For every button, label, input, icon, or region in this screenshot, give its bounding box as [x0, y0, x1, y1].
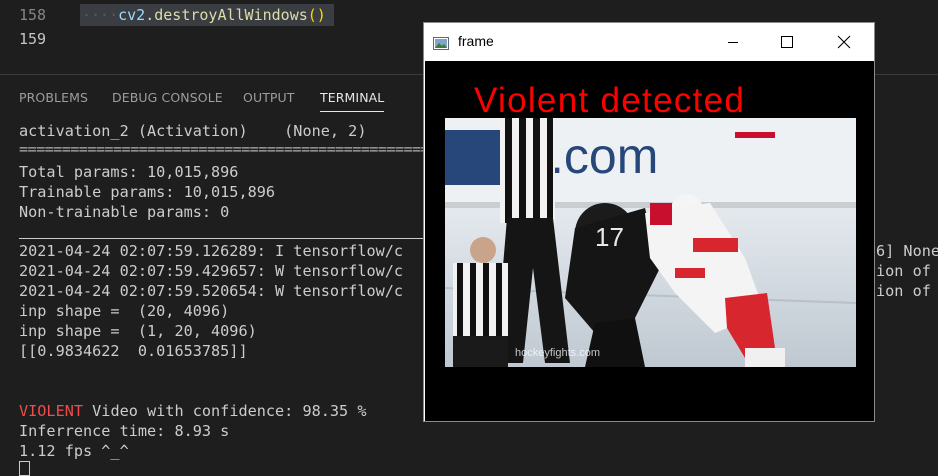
terminal-line: 2021-04-24 02:07:59.520654: W tensorflow… — [19, 282, 404, 300]
tab-label: DEBUG CONSOLE — [112, 90, 223, 105]
terminal-line: [[0.9834622 0.01653785]] — [19, 342, 248, 360]
terminal-line: 2021-04-24 02:07:59.126289: I tensorflow… — [19, 242, 404, 260]
window-app-icon — [433, 35, 449, 50]
maximize-button[interactable] — [764, 23, 810, 61]
close-button[interactable] — [821, 23, 867, 61]
minimize-icon — [728, 42, 738, 43]
window-titlebar[interactable]: frame — [424, 23, 874, 61]
video-frame: Violent detected .com 17 hockeyfights.co… — [425, 61, 874, 421]
code-parens: () — [307, 6, 326, 24]
tab-label: PROBLEMS — [19, 90, 89, 105]
line-number: 159 — [19, 30, 47, 48]
verdict-text: Video with confidence: 98.35 % — [83, 402, 367, 420]
rink-board-text: .com — [550, 128, 658, 184]
code-text[interactable]: ····cv2.destroyAllWindows() — [80, 4, 334, 26]
active-tab-indicator — [320, 111, 385, 112]
line-number: 158 — [19, 6, 47, 24]
terminal-verdict-line: VIOLENT Video with confidence: 98.35 % — [19, 401, 366, 421]
terminal-line: activation_2 (Activation) (None, 2) — [19, 122, 367, 140]
tab-label: TERMINAL — [320, 90, 385, 105]
terminal-line: Inferrence time: 8.93 s — [19, 422, 230, 440]
terminal-line: inp shape = (1, 20, 4096) — [19, 322, 257, 340]
tab-label: OUTPUT — [243, 90, 295, 105]
tab-problems[interactable]: PROBLEMS — [19, 84, 88, 112]
terminal-line: inp shape = (20, 4096) — [19, 302, 230, 320]
terminal-rule — [19, 238, 424, 239]
code-object: cv2 — [118, 6, 146, 24]
video-watermark: hockeyfights.com — [515, 347, 600, 359]
verdict-label: VIOLENT — [19, 402, 84, 420]
terminal-line: Trainable params: 10,015,896 — [19, 183, 276, 201]
terminal-line: 1.12 fps ^_^ — [19, 442, 129, 460]
close-icon — [837, 35, 851, 49]
terminal-line: 2021-04-24 02:07:59.429657: W tensorflow… — [19, 262, 404, 280]
terminal-line: Total params: 10,015,896 — [19, 163, 239, 181]
indent-whitespace: ···· — [82, 6, 119, 24]
detection-label: Violent detected — [474, 81, 746, 120]
code-dot: . — [145, 6, 155, 24]
window-title: frame — [458, 33, 494, 49]
hockey-fight-video-frame: .com 17 hockeyfights.com — [445, 118, 856, 367]
maximize-icon — [781, 36, 793, 48]
terminal-line-overflow: 6] None — [876, 242, 938, 260]
minimize-button[interactable] — [710, 23, 756, 61]
terminal-line-overflow: ion of — [876, 282, 931, 300]
tab-debug-console[interactable]: DEBUG CONSOLE — [112, 84, 223, 112]
code-method: destroyAllWindows — [154, 6, 308, 24]
terminal-cursor — [19, 461, 30, 476]
terminal-line-overflow: ion of — [876, 262, 931, 280]
svg-text:17: 17 — [595, 222, 624, 252]
opencv-frame-window[interactable]: frame Violent detected .com 17 hockeyfig… — [423, 22, 875, 422]
tab-terminal[interactable]: TERMINAL — [320, 84, 385, 112]
terminal-line: Non-trainable params: 0 — [19, 203, 230, 221]
tab-output[interactable]: OUTPUT — [243, 84, 295, 112]
